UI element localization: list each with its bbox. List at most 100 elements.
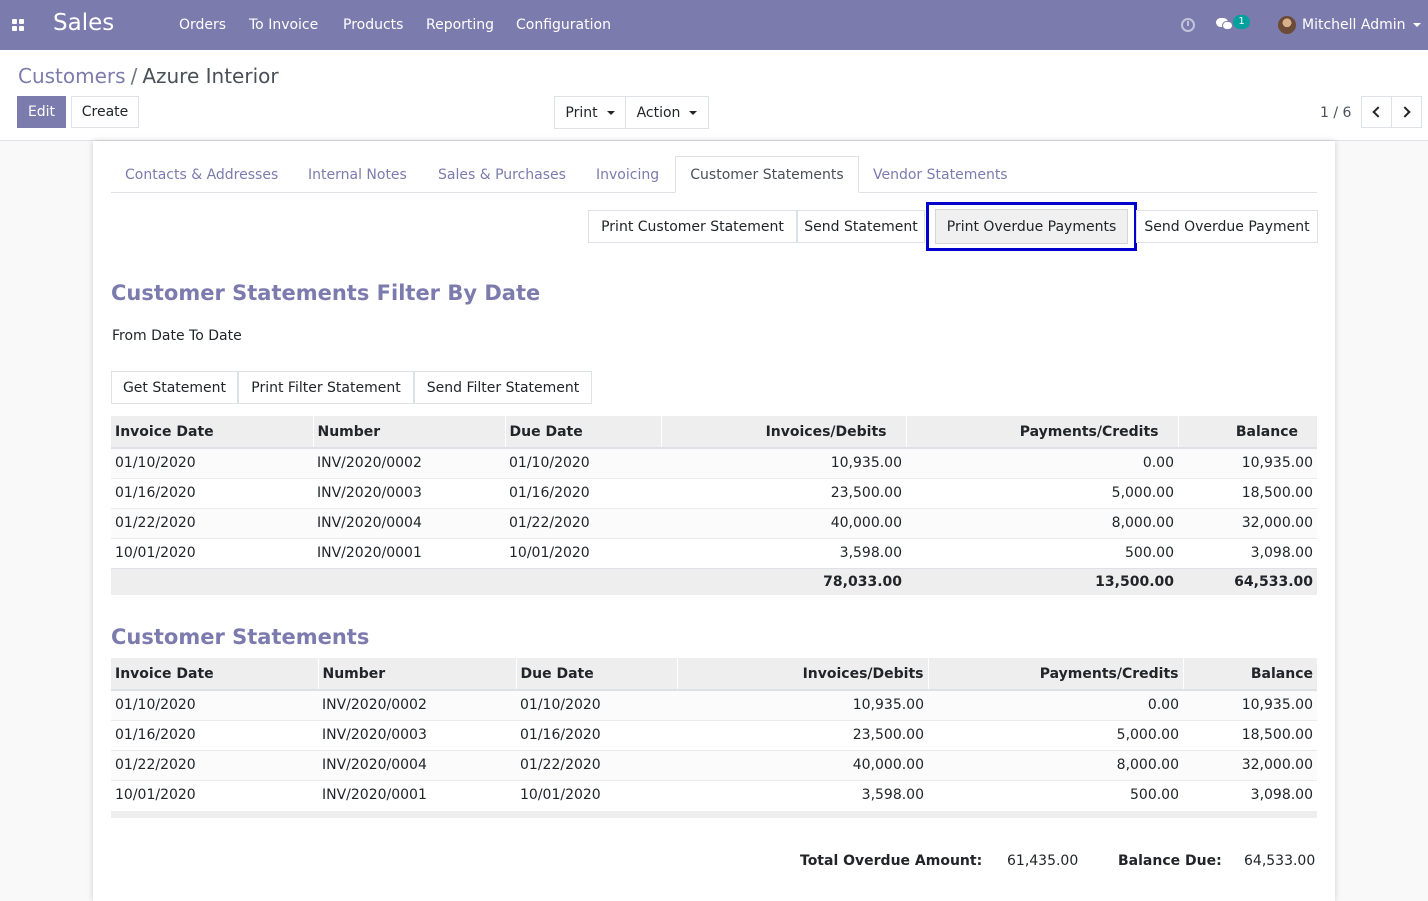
cell-invoices-debits: 10,935.00	[677, 689, 928, 720]
balance-due-label: Balance Due:	[1118, 853, 1222, 869]
user-menu[interactable]: Mitchell Admin	[1302, 17, 1406, 33]
action-dropdown[interactable]: Action	[625, 96, 709, 129]
cell-invoice-date: 01/22/2020	[111, 749, 318, 780]
cell-payments-credits: 5,000.00	[906, 477, 1178, 508]
total-overdue-value: 61,435.00	[1007, 853, 1079, 869]
menu-configuration[interactable]: Configuration	[516, 17, 611, 33]
table-footer-bar	[111, 811, 1317, 818]
cell-invoices-debits: 3,598.00	[661, 537, 906, 568]
column-header-payments-credits[interactable]: Payments/Credits	[927, 658, 1183, 691]
control-panel: Customers / Azure Interior Edit Create Pri…	[0, 50, 1428, 141]
user-avatar[interactable]	[1278, 16, 1296, 34]
cell-invoices-debits: 3,598.00	[677, 779, 928, 810]
cell-balance: 10,935.00	[1178, 447, 1317, 478]
totals-row: 78,033.00 13,500.00 64,533.00	[111, 567, 1317, 595]
app-title[interactable]: Sales	[53, 10, 114, 36]
cell-invoices-debits: 40,000.00	[677, 749, 928, 780]
send-overdue-payment-button[interactable]: Send Overdue Payment	[1136, 210, 1318, 243]
table-row: 01/10/2020 INV/2020/0002 01/10/2020 10,9…	[111, 689, 1317, 720]
table-row: 01/16/2020 INV/2020/0003 01/16/2020 23,5…	[111, 477, 1317, 508]
cell-balance: 3,098.00	[1178, 537, 1317, 568]
cell-number: INV/2020/0004	[313, 507, 505, 538]
caret-down-icon	[606, 110, 615, 115]
cell-due-date: 01/10/2020	[505, 447, 661, 478]
breadcrumb-customers[interactable]: Customers	[18, 64, 126, 88]
column-header-number[interactable]: Number	[317, 658, 516, 691]
menu-to-invoice[interactable]: To Invoice	[249, 17, 318, 33]
breadcrumb-current: Azure Interior	[142, 64, 279, 88]
chevron-right-icon	[1399, 106, 1411, 118]
pager-previous-button[interactable]	[1361, 96, 1392, 128]
cell-due-date: 10/01/2020	[516, 779, 677, 810]
messaging-icon[interactable]	[1216, 17, 1233, 31]
print-dropdown[interactable]: Print	[554, 96, 626, 129]
user-menu-caret-icon[interactable]	[1413, 23, 1421, 27]
pager-next-button[interactable]	[1391, 96, 1422, 128]
breadcrumb: Customers / Azure Interior	[18, 64, 279, 88]
cell-number: INV/2020/0001	[313, 537, 505, 568]
column-header-due-date[interactable]: Due Date	[504, 416, 661, 449]
column-header-invoice-date[interactable]: Invoice Date	[111, 416, 313, 449]
activity-clock-icon[interactable]	[1181, 18, 1195, 32]
column-header-number[interactable]: Number	[312, 416, 505, 449]
table-row: 01/16/2020 INV/2020/0003 01/16/2020 23,5…	[111, 719, 1317, 750]
column-header-invoices-debits[interactable]: Invoices/Debits	[676, 658, 928, 691]
breadcrumb-separator: /	[130, 64, 138, 88]
print-filter-statement-button[interactable]: Print Filter Statement	[238, 371, 414, 404]
cell-payments-credits: 8,000.00	[928, 749, 1183, 780]
edit-button[interactable]: Edit	[17, 96, 66, 128]
pager-value[interactable]: 1 / 6	[1320, 105, 1351, 121]
tab-customer-statements[interactable]: Customer Statements	[675, 156, 859, 193]
column-header-balance[interactable]: Balance	[1182, 658, 1317, 691]
cell-invoices-debits: 40,000.00	[661, 507, 906, 538]
menu-products[interactable]: Products	[343, 17, 403, 33]
total-invoices-debits: 78,033.00	[661, 567, 906, 595]
form-sheet: Contacts & Addresses Internal Notes Sale…	[93, 141, 1335, 901]
send-statement-button[interactable]: Send Statement	[797, 210, 925, 243]
filter-section-title: Customer Statements Filter By Date	[111, 281, 541, 305]
cell-due-date: 10/01/2020	[505, 537, 661, 568]
column-header-invoices-debits[interactable]: Invoices/Debits	[660, 416, 906, 449]
customer-statements-table: Invoice Date Number Due Date Invoices/De…	[111, 658, 1317, 810]
print-label: Print	[565, 104, 598, 121]
get-statement-button[interactable]: Get Statement	[111, 371, 238, 404]
tab-internal-notes[interactable]: Internal Notes	[308, 156, 407, 193]
action-label: Action	[636, 104, 681, 121]
cell-balance: 10,935.00	[1183, 689, 1317, 720]
tab-sales-purchases[interactable]: Sales & Purchases	[438, 156, 566, 193]
tab-invoicing[interactable]: Invoicing	[596, 156, 659, 193]
cell-due-date: 01/22/2020	[505, 507, 661, 538]
cell-balance: 18,500.00	[1178, 477, 1317, 508]
cell-due-date: 01/16/2020	[505, 477, 661, 508]
column-header-payments-credits[interactable]: Payments/Credits	[905, 416, 1178, 449]
create-button[interactable]: Create	[71, 96, 139, 128]
cell-invoices-debits: 10,935.00	[661, 447, 906, 478]
cell-invoice-date: 01/10/2020	[111, 447, 313, 478]
print-overdue-payments-label: Print Overdue Payments	[935, 209, 1128, 244]
cell-number: INV/2020/0001	[318, 779, 516, 810]
cell-invoices-debits: 23,500.00	[677, 719, 928, 750]
caret-down-icon	[689, 110, 698, 115]
cell-invoice-date: 01/16/2020	[111, 477, 313, 508]
message-count-badge: 1	[1233, 15, 1250, 29]
filter-statement-table: Invoice Date Number Due Date Invoices/De…	[111, 416, 1317, 595]
cell-balance: 32,000.00	[1178, 507, 1317, 538]
column-header-invoice-date[interactable]: Invoice Date	[111, 658, 318, 691]
menu-reporting[interactable]: Reporting	[426, 17, 494, 33]
cell-due-date: 01/10/2020	[516, 689, 677, 720]
balance-due-value: 64,533.00	[1244, 853, 1316, 869]
top-navbar: Sales Orders To Invoice Products Reporti…	[0, 0, 1428, 50]
cell-payments-credits: 8,000.00	[906, 507, 1178, 538]
tab-contacts-addresses[interactable]: Contacts & Addresses	[125, 156, 278, 193]
cell-due-date: 01/22/2020	[516, 749, 677, 780]
print-customer-statement-button[interactable]: Print Customer Statement	[588, 210, 797, 243]
apps-menu-icon[interactable]	[12, 19, 24, 31]
column-header-due-date[interactable]: Due Date	[515, 658, 677, 691]
print-overdue-payments-button[interactable]: Print Overdue Payments	[926, 202, 1137, 251]
column-header-balance[interactable]: Balance	[1177, 416, 1317, 449]
menu-orders[interactable]: Orders	[179, 17, 226, 33]
cell-balance: 32,000.00	[1183, 749, 1317, 780]
cell-invoice-date: 01/10/2020	[111, 689, 318, 720]
tab-vendor-statements[interactable]: Vendor Statements	[873, 156, 1008, 193]
send-filter-statement-button[interactable]: Send Filter Statement	[414, 371, 592, 404]
